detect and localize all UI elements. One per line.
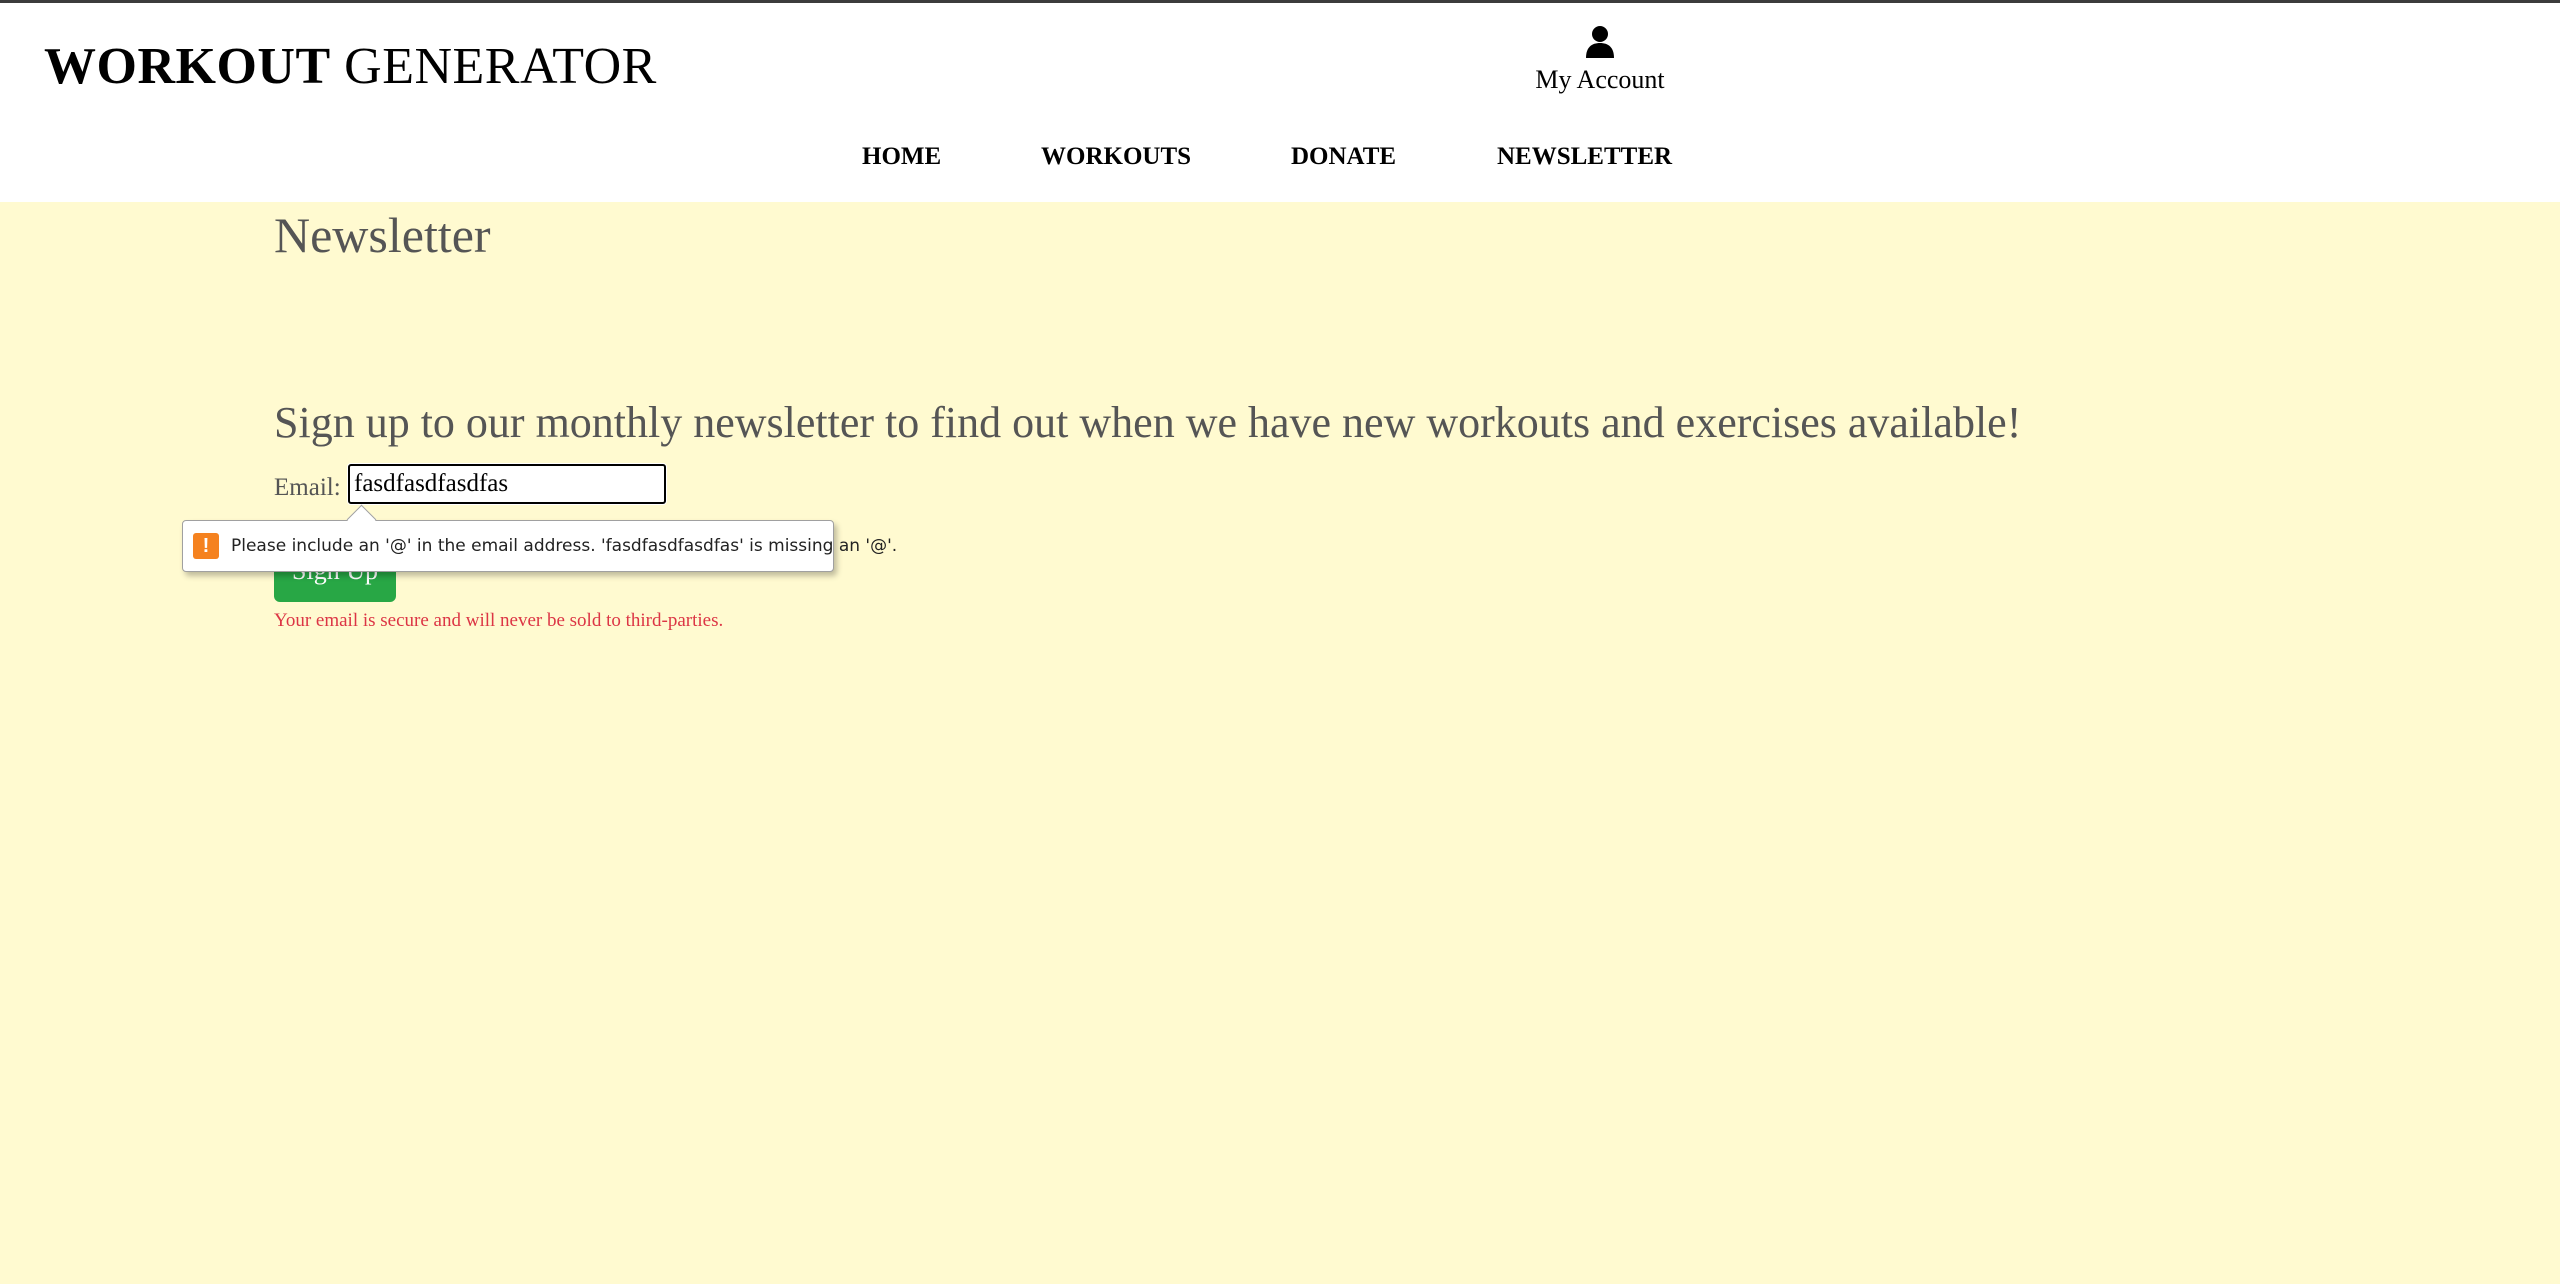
- user-icon: [1586, 26, 1614, 58]
- nav-donate[interactable]: DONATE: [1291, 143, 1396, 171]
- main-content: Newsletter Sign up to our monthly newsle…: [0, 202, 2560, 1284]
- security-note: Your email is secure and will never be s…: [274, 610, 724, 631]
- nav-workouts[interactable]: WORKOUTS: [1041, 143, 1191, 171]
- brand-regular: GENERATOR: [344, 38, 657, 95]
- newsletter-lead: Sign up to our monthly newsletter to fin…: [274, 398, 2022, 447]
- site-header: WORKOUT GENERATOR My Account HOME WORKOU…: [0, 3, 2560, 202]
- email-label: Email:: [274, 474, 341, 501]
- page-title: Newsletter: [274, 207, 491, 263]
- nav-home[interactable]: HOME: [862, 143, 941, 171]
- warning-icon: !: [193, 533, 219, 559]
- nav-newsletter[interactable]: NEWSLETTER: [1497, 143, 1672, 171]
- site-logo[interactable]: WORKOUT GENERATOR: [44, 37, 657, 96]
- my-account-link[interactable]: My Account: [1500, 25, 1700, 95]
- validation-tooltip: ! Please include an '@' in the email add…: [182, 504, 897, 572]
- page: WORKOUT GENERATOR My Account HOME WORKOU…: [0, 0, 2560, 1284]
- tooltip-arrow: [346, 504, 377, 535]
- email-field[interactable]: [348, 464, 666, 504]
- my-account-label: My Account: [1535, 65, 1665, 94]
- brand-bold: WORKOUT: [44, 38, 331, 95]
- validation-message: Please include an '@' in the email addre…: [231, 536, 898, 556]
